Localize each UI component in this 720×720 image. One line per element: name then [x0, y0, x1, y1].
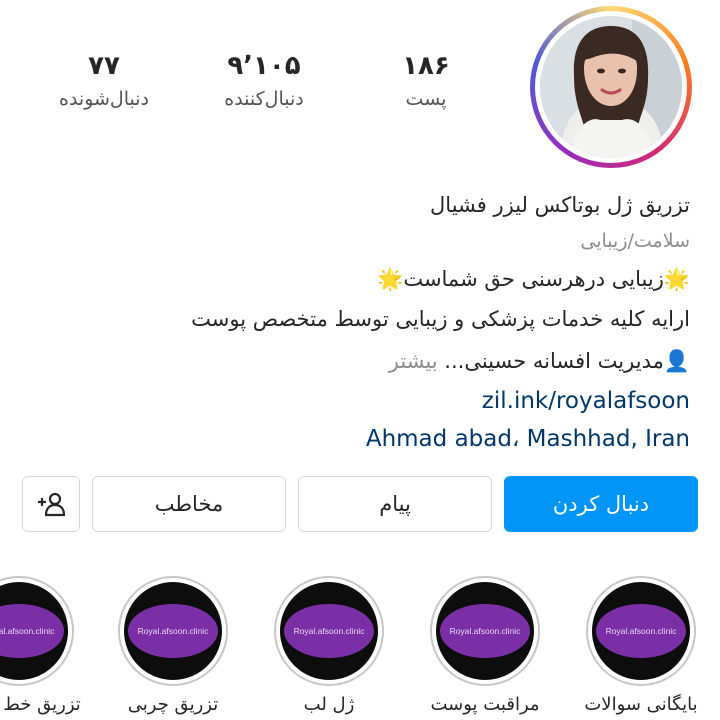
avatar-border: [535, 11, 687, 163]
bio-line-2: ارایه کلیه خدمات پزشکی و زیبایی توسط متخ…: [191, 307, 690, 331]
message-button[interactable]: پیام: [298, 476, 492, 532]
bio-line-3: 👤مدیریت افسانه حسینی... بیشتر: [30, 344, 690, 378]
highlight-label-2: مراقبت پوست: [430, 694, 540, 715]
stat-posts[interactable]: ۱۸۶ پست: [356, 48, 496, 114]
add-person-icon: [38, 492, 66, 517]
highlight-cover: Royal.afsoon.clinic: [280, 582, 378, 680]
highlight-cover: Royal.afsoon.clinic: [0, 582, 68, 680]
bio-line-1: 🌟زیبایی درهرسنی حق شماست🌟: [377, 267, 690, 291]
follow-button[interactable]: دنبال کردن: [504, 476, 698, 532]
highlight-badge-text: Royal.afsoon.clinic: [293, 626, 365, 636]
posts-label: پست: [405, 88, 447, 110]
followers-label: دنبال‌کننده: [224, 88, 304, 110]
avatar-portrait: [540, 16, 682, 158]
contact-button[interactable]: مخاطب: [92, 476, 286, 532]
avatar-photo: [540, 16, 682, 158]
highlight-badge-text: Royal.afsoon.clinic: [0, 626, 55, 636]
highlight-cover: Royal.afsoon.clinic: [592, 582, 690, 680]
story-highlight-3[interactable]: Royal.afsoon.clinic: [274, 576, 384, 686]
highlight-badge: Royal.afsoon.clinic: [0, 604, 64, 658]
profile-category: سلامت/زیبایی: [580, 230, 690, 252]
profile-name: تزریق ژل بوتاکس لیزر فشیال: [430, 193, 690, 217]
following-count: ۷۷: [88, 51, 120, 81]
highlight-label-3: ژل لب: [303, 694, 355, 715]
highlight-cover: Royal.afsoon.clinic: [436, 582, 534, 680]
story-highlight-2[interactable]: Royal.afsoon.clinic: [430, 576, 540, 686]
highlight-badge: Royal.afsoon.clinic: [284, 604, 374, 658]
profile-avatar[interactable]: [530, 6, 692, 168]
highlight-label-4: تزریق چربی: [127, 694, 219, 715]
highlight-label-1: بایگانی سوالات: [584, 694, 698, 715]
highlight-badge: Royal.afsoon.clinic: [128, 604, 218, 658]
story-highlight-1[interactable]: Royal.afsoon.clinic: [586, 576, 696, 686]
highlight-badge-text: Royal.afsoon.clinic: [137, 626, 209, 636]
posts-count: ۱۸۶: [402, 51, 450, 81]
bio-manager-text: 👤مدیریت افسانه حسینی...: [444, 349, 690, 373]
following-label: دنبال‌شونده: [58, 88, 150, 110]
story-highlight-5[interactable]: Royal.afsoon.clinic: [0, 576, 74, 686]
bio-location[interactable]: Ahmad abad، Mashhad, Iran: [30, 422, 690, 456]
highlight-badge-text: Royal.afsoon.clinic: [449, 626, 521, 636]
story-highlight-4[interactable]: Royal.afsoon.clinic: [118, 576, 228, 686]
highlight-badge: Royal.afsoon.clinic: [596, 604, 686, 658]
highlight-label-5: تزریق خط: [3, 694, 81, 715]
followers-count: ۹٬۱۰۵: [227, 51, 301, 81]
bio-website-link[interactable]: zil.ink/royalafsoon: [30, 384, 690, 418]
suggested-people-button[interactable]: [22, 476, 80, 532]
stat-followers[interactable]: ۹٬۱۰۵ دنبال‌کننده: [194, 48, 334, 114]
bio-more-link[interactable]: بیشتر: [389, 349, 438, 373]
highlight-badge: Royal.afsoon.clinic: [440, 604, 530, 658]
highlight-cover: Royal.afsoon.clinic: [124, 582, 222, 680]
highlight-badge-text: Royal.afsoon.clinic: [605, 626, 677, 636]
stat-following[interactable]: ۷۷ دنبال‌شونده: [34, 48, 174, 114]
